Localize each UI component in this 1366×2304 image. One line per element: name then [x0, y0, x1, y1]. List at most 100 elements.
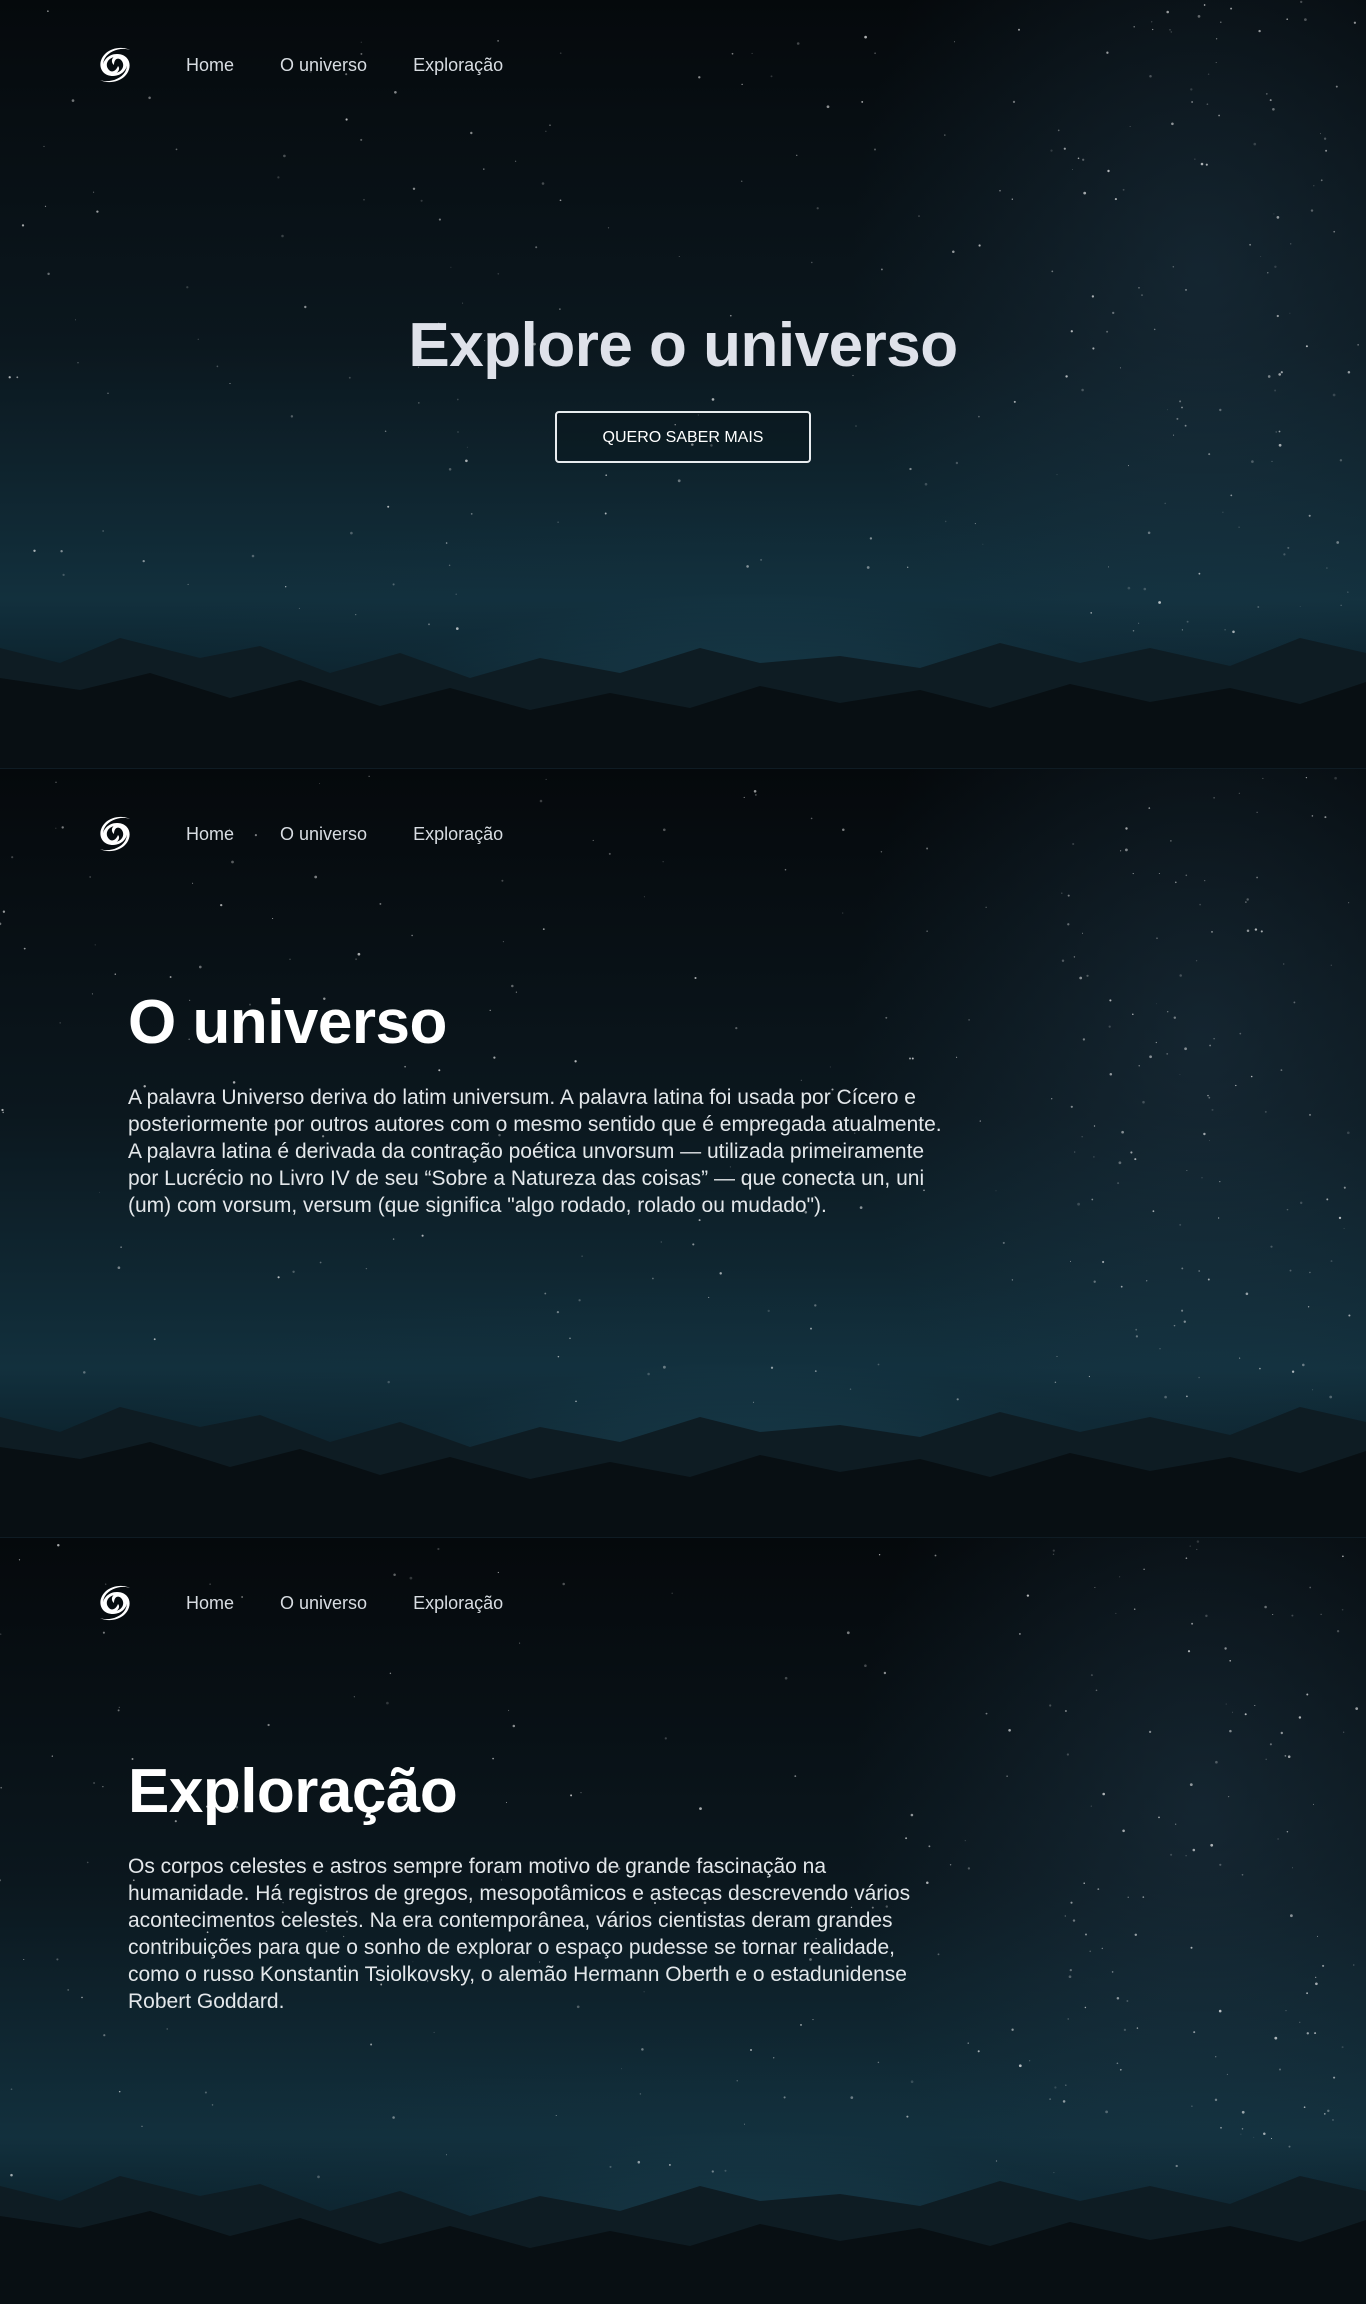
- star: [81, 1996, 83, 1999]
- nav-link-exploration[interactable]: Exploração: [413, 55, 503, 76]
- nav-link-exploration[interactable]: Exploração: [413, 1593, 503, 1614]
- star: [1011, 198, 1013, 200]
- star: [1314, 2032, 1317, 2035]
- nav-link-universe[interactable]: O universo: [280, 1593, 367, 1614]
- star: [877, 1363, 880, 1366]
- star: [455, 593, 457, 595]
- star: [1072, 842, 1075, 846]
- star: [355, 613, 357, 616]
- main-nav: Home O universo Exploração: [88, 809, 549, 859]
- star: [11, 856, 14, 859]
- star: [1343, 1731, 1345, 1733]
- star: [1072, 1919, 1076, 1922]
- star: [392, 2116, 395, 2119]
- star: [826, 105, 830, 109]
- star: [1235, 1084, 1237, 1087]
- star: [1189, 1783, 1193, 1786]
- star: [1215, 38, 1218, 40]
- star: [47, 272, 50, 276]
- star: [810, 1327, 812, 1330]
- star: [545, 130, 547, 132]
- star: [47, 10, 49, 12]
- star: [1263, 2132, 1266, 2135]
- star: [0, 1879, 2, 1882]
- star: [1303, 2106, 1306, 2109]
- star: [1134, 1933, 1138, 1937]
- star: [967, 2042, 969, 2044]
- spiral-galaxy-icon[interactable]: [88, 809, 140, 859]
- star: [1288, 2145, 1291, 2148]
- star: [96, 210, 99, 213]
- star: [1229, 1659, 1232, 1662]
- nav-link-home[interactable]: Home: [186, 824, 234, 845]
- star: [394, 90, 397, 94]
- star: [1274, 265, 1277, 269]
- star: [1208, 1140, 1210, 1142]
- nav-link-home[interactable]: Home: [186, 1593, 234, 1614]
- star: [1207, 1094, 1209, 1097]
- star: [1201, 1177, 1203, 1179]
- star: [1198, 572, 1201, 575]
- star: [1241, 1873, 1244, 1876]
- star: [968, 1019, 970, 1021]
- star: [1108, 1025, 1111, 1028]
- star: [1138, 286, 1140, 289]
- star: [1245, 1292, 1249, 1296]
- star: [192, 882, 194, 884]
- star: [1305, 776, 1308, 779]
- star: [1270, 2137, 1273, 2140]
- star: [1215, 61, 1217, 64]
- star: [746, 565, 749, 568]
- star: [1106, 51, 1109, 54]
- learn-more-button[interactable]: QUERO SABER MAIS: [555, 411, 811, 463]
- star: [1191, 2105, 1193, 2108]
- star: [559, 52, 562, 55]
- star: [952, 250, 955, 254]
- star: [1347, 591, 1349, 593]
- nav-link-universe[interactable]: O universo: [280, 55, 367, 76]
- star: [0, 922, 2, 926]
- star: [1090, 612, 1093, 614]
- nav-link-exploration[interactable]: Exploração: [413, 824, 503, 845]
- spiral-galaxy-icon[interactable]: [88, 40, 140, 90]
- star: [874, 148, 876, 151]
- star: [1002, 1241, 1005, 1244]
- star: [842, 828, 845, 831]
- star: [664, 1737, 667, 1740]
- star: [283, 154, 286, 158]
- star: [1185, 289, 1187, 291]
- star: [186, 286, 189, 289]
- star: [51, 1755, 53, 1757]
- star: [1189, 1545, 1191, 1547]
- star: [1179, 974, 1182, 977]
- star: [698, 76, 701, 79]
- star: [542, 928, 545, 930]
- star: [1324, 816, 1327, 819]
- star: [1135, 1335, 1139, 1338]
- star: [1302, 1363, 1305, 1367]
- spiral-galaxy-icon[interactable]: [88, 1578, 140, 1628]
- star: [1108, 566, 1110, 568]
- star: [60, 550, 63, 553]
- star: [1049, 1704, 1052, 1707]
- star: [773, 2057, 775, 2059]
- star: [277, 176, 280, 179]
- star: [1325, 149, 1328, 152]
- star: [231, 860, 234, 864]
- star: [0, 1786, 3, 1789]
- star: [2, 1111, 4, 1114]
- star: [1214, 2098, 1218, 2102]
- nav-link-universe[interactable]: O universo: [280, 824, 367, 845]
- star: [1335, 85, 1338, 88]
- star: [1309, 1586, 1312, 1589]
- star: [1205, 1614, 1208, 1618]
- star: [874, 52, 876, 55]
- star: [1340, 604, 1342, 606]
- star: [1054, 2086, 1057, 2089]
- nav-link-home[interactable]: Home: [186, 55, 234, 76]
- star: [1306, 1992, 1308, 1995]
- star: [514, 160, 517, 162]
- star: [1310, 209, 1314, 212]
- star: [1052, 1553, 1055, 1555]
- star: [698, 1219, 701, 1222]
